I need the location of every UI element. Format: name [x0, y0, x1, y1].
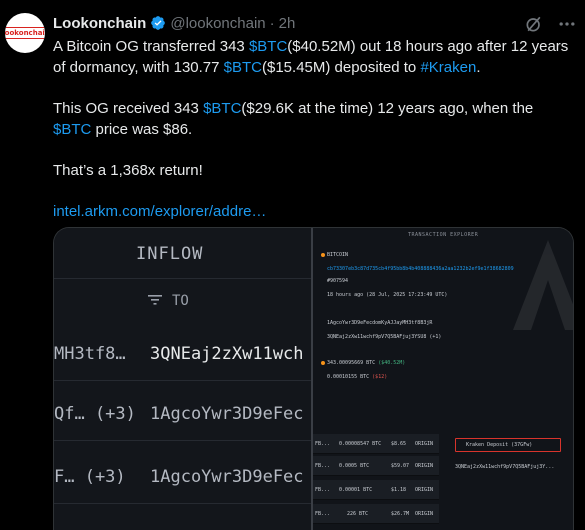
- text-segment: This OG received 343: [53, 100, 204, 117]
- row-address: FB...: [315, 441, 331, 447]
- text-segment: .: [476, 59, 481, 76]
- row-btc: 0.0005 BTC: [339, 463, 370, 469]
- to-address[interactable]: 3QNEaj2zXw11wchf9pV7Q5BAFjuj3YSU8 (+1): [327, 334, 441, 340]
- row-tag: ORIGIN: [415, 487, 434, 493]
- avatar[interactable]: Lookonchain: [5, 13, 45, 53]
- row-btc: 226 BTC: [347, 511, 369, 517]
- row-address: FB...: [315, 487, 331, 493]
- from-address: F… (+3): [54, 467, 126, 487]
- row-usd: $59.07: [391, 463, 410, 469]
- table-row: Qf… (+3) 1AgcoYwr3D9eFec: [54, 400, 311, 456]
- text-segment: price was $86.: [91, 121, 193, 138]
- row-btc: 0.00001 BTC: [339, 487, 373, 493]
- from-address: MH3tf8…: [54, 344, 126, 364]
- row-tag: ORIGIN: [415, 511, 434, 517]
- bitcoin-icon: [321, 360, 325, 365]
- filter-icon: [148, 295, 162, 305]
- cashtag-btc-link[interactable]: $BTC: [224, 59, 262, 76]
- to-address: 1AgcoYwr3D9eFec: [150, 404, 304, 424]
- separator-dot: ·: [269, 14, 275, 32]
- tweet-paragraph-2: This OG received 343 $BTC($29.6K at the …: [53, 98, 578, 140]
- from-address: Qf… (+3): [54, 404, 136, 424]
- row-address: FB...: [315, 463, 331, 469]
- author-handle[interactable]: @lookonchain: [170, 15, 265, 32]
- cashtag-btc-link[interactable]: $BTC: [249, 38, 287, 55]
- tx-amount: 343.00095669 BTC ($40.52M): [321, 360, 405, 366]
- tweet-text: A Bitcoin OG transferred 343 $BTC($40.52…: [53, 36, 578, 222]
- to-column-header: TO: [172, 293, 189, 309]
- table-row: MH3tf8… 3QNEaj2zXw11wch: [54, 340, 311, 396]
- cashtag-btc-link[interactable]: $BTC: [53, 121, 91, 138]
- row-usd: $26.7M: [391, 511, 410, 517]
- row-address: FB...: [315, 511, 331, 517]
- fee-usd: ($12): [372, 374, 388, 380]
- table-row: FB... 0.00008547 BTC $8.65 ORIGIN: [313, 434, 439, 454]
- bitcoin-icon: [321, 252, 325, 257]
- tweet-paragraph-3: That’s a 1,368x return!: [53, 162, 203, 179]
- arkham-logo-icon: [513, 240, 573, 330]
- tx-time: 18 hours ago (28 Jul, 2025 17:23:49 UTC): [327, 292, 448, 298]
- destination-address: 3QNEaj2zXw11wchf9pV7Q5BAFjuj3Y...: [455, 464, 555, 470]
- row-btc: 0.00008547 BTC: [339, 441, 382, 447]
- tweet-time[interactable]: 2h: [279, 15, 296, 32]
- media-image-right[interactable]: TRANSACTION EXPLORER BITCOIN cb73307eb3c…: [313, 228, 573, 530]
- row-usd: $8.65: [391, 441, 407, 447]
- table-row: FB... 226 BTC $26.7M ORIGIN: [313, 504, 439, 524]
- tweet-header: Lookonchain @lookonchain · 2h: [53, 13, 295, 33]
- cashtag-btc-link[interactable]: $BTC: [203, 100, 241, 117]
- text-segment: ($29.6K at the time) 12 years ago, when …: [241, 100, 534, 117]
- tx-hash[interactable]: cb73307eb3c87d735cb4f95bb8b4b408888436a2…: [327, 266, 514, 272]
- from-address[interactable]: 1AgcoYwr3D9eFecdomKyAJJayMH3tf8B3jR: [327, 320, 432, 326]
- row-usd: $1.18: [391, 487, 407, 493]
- table-row: FB... 0.00001 BTC $1.18 ORIGIN: [313, 480, 439, 500]
- to-address: 1AgcoYwr3D9eFec: [150, 467, 304, 487]
- row-tag: ORIGIN: [415, 463, 434, 469]
- tweet-paragraph-1: A Bitcoin OG transferred 343 $BTC($40.52…: [53, 36, 578, 78]
- table-row: F… (+3) 1AgcoYwr3D9eFec: [54, 463, 311, 519]
- inflow-heading: INFLOW: [136, 244, 204, 264]
- grok-icon[interactable]: [524, 14, 544, 34]
- avatar-logo-text: Lookonchain: [5, 27, 45, 39]
- verified-badge-icon: [151, 16, 166, 30]
- tx-fee: 0.00010155 BTC ($12): [327, 374, 387, 380]
- coin-label: BITCOIN: [321, 252, 348, 258]
- to-address: 3QNEaj2zXw11wch: [150, 344, 304, 364]
- table-row: FB... 0.0005 BTC $59.07 ORIGIN: [313, 456, 439, 476]
- media-image-left[interactable]: INFLOW TO MH3tf8… 3QNEaj2zXw11wch Qf… (+…: [54, 228, 311, 530]
- amount-usd: ($40.52M): [378, 360, 406, 366]
- text-segment: A Bitcoin OG transferred 343: [53, 38, 249, 55]
- row-tag: ORIGIN: [415, 441, 434, 447]
- block-number: #907594: [327, 278, 349, 284]
- external-link[interactable]: intel.arkm.com/explorer/addre…: [53, 203, 266, 220]
- explorer-title: TRANSACTION EXPLORER: [408, 232, 479, 238]
- more-options-icon[interactable]: [557, 14, 577, 34]
- text-segment: ($15.45M) deposited to: [262, 59, 421, 76]
- coin-name: BITCOIN: [327, 252, 349, 258]
- kraken-deposit-label: Kraken Deposit (37GFw): [455, 438, 561, 452]
- amount-btc: 343.00095669 BTC: [327, 360, 376, 366]
- kraken-deposit-text: Kraken Deposit (37GFw): [466, 442, 533, 448]
- tweet-media[interactable]: INFLOW TO MH3tf8… 3QNEaj2zXw11wch Qf… (+…: [53, 227, 574, 530]
- hashtag-kraken-link[interactable]: #Kraken: [420, 59, 476, 76]
- fee-btc: 0.00010155 BTC: [327, 374, 370, 380]
- author-name[interactable]: Lookonchain: [53, 15, 146, 32]
